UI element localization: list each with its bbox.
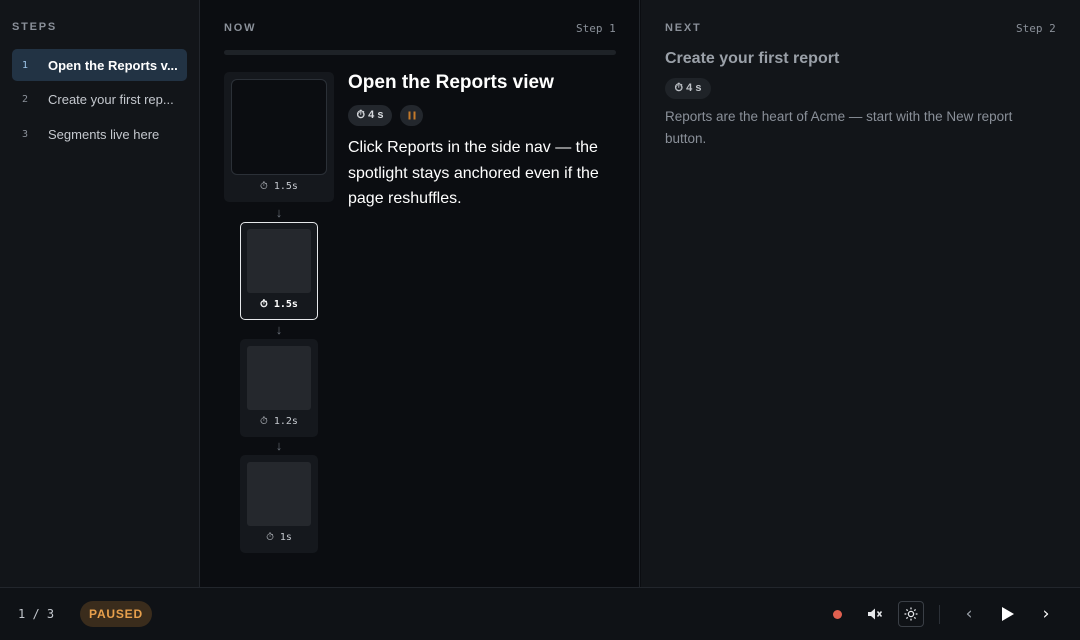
frame-thumbnail <box>247 229 311 293</box>
duration-badge: ⏱ 4 s <box>348 105 392 126</box>
frame-card[interactable]: ⏱ 1s <box>240 455 318 553</box>
prev-button[interactable]: ‹ <box>956 601 982 627</box>
step-label: Create your first rep... <box>48 92 174 107</box>
frame-card[interactable]: ⏱ 1.5s <box>224 72 334 202</box>
arrow-down-icon: ↓ <box>275 322 283 337</box>
step-description: Click Reports in the side nav — the spot… <box>348 139 599 207</box>
player-controls: 1 / 3 PAUSED ‹ › <box>0 587 1080 640</box>
step-counter: 1 / 3 <box>18 607 55 621</box>
record-icon <box>832 609 842 619</box>
step-label: Open the Reports v... <box>48 57 178 73</box>
arrow-down-icon: ↓ <box>275 438 283 453</box>
frame-duration: ⏱ 1.5s <box>260 299 298 310</box>
frame-duration: ⏱ 1.5s <box>260 181 298 192</box>
pause-button[interactable] <box>400 105 423 126</box>
pause-icon <box>408 111 415 120</box>
steps-sidebar: STEPS 1 Open the Reports v... 2 Create y… <box>0 0 200 587</box>
step-number: 3 <box>22 128 29 140</box>
step-label: Segments live here <box>48 126 160 142</box>
chevron-right-icon: › <box>1042 604 1050 624</box>
duration-badge: ⏱ 4 s <box>665 78 711 99</box>
mute-button[interactable] <box>862 601 888 627</box>
status-badge: PAUSED <box>80 601 152 627</box>
now-heading: NOW <box>224 22 257 34</box>
steps-heading: STEPS <box>12 21 58 33</box>
tour-player: STEPS 1 Open the Reports v... 2 Create y… <box>0 0 1080 587</box>
divider <box>939 605 940 624</box>
frame-duration: ⏱ 1.2s <box>260 416 298 427</box>
step-number: 2 <box>22 94 29 105</box>
step-progress-bar <box>224 50 616 55</box>
record-button[interactable] <box>824 601 850 627</box>
frame-duration: ⏱ 1s <box>266 532 292 543</box>
step-title: Open the Reports view <box>348 72 554 93</box>
frame-card[interactable]: ⏱ 1.2s <box>240 339 318 437</box>
step-item-2[interactable]: 2 Create your first rep... <box>12 84 187 116</box>
arrow-down-icon: ↓ <box>275 205 283 220</box>
next-step-title: Create your first report <box>665 50 840 67</box>
steps-list: 1 Open the Reports v... 2 Create your fi… <box>12 49 187 153</box>
next-step-description: Reports are the heart of Acme — start wi… <box>665 109 1013 146</box>
frame-thumbnail <box>231 79 327 175</box>
frame-thumbnail <box>247 462 311 526</box>
frame-thumbnail <box>247 346 311 410</box>
now-panel: NOW Step 1 ⏱ 1.5s ↓ ⏱ 1.5s ↓ ⏱ 1.2s ↓ ⏱ … <box>200 0 640 587</box>
sun-icon <box>904 607 918 621</box>
chevron-left-icon: ‹ <box>965 604 973 624</box>
next-heading: NEXT <box>665 22 702 34</box>
play-icon <box>1002 607 1014 621</box>
step-number: 1 <box>22 59 29 71</box>
step-item-1[interactable]: 1 Open the Reports v... <box>12 49 187 81</box>
next-button[interactable]: › <box>1033 601 1059 627</box>
now-step-label: Step 1 <box>576 22 616 35</box>
theme-toggle-button[interactable] <box>898 601 924 627</box>
mute-icon <box>868 608 883 620</box>
step-item-3[interactable]: 3 Segments live here <box>12 118 187 150</box>
next-panel: NEXT Step 2 Create your first report ⏱ 4… <box>641 0 1080 587</box>
frame-card-current[interactable]: ⏱ 1.5s <box>240 222 318 320</box>
play-button[interactable] <box>995 601 1021 627</box>
next-step-label: Step 2 <box>1016 22 1056 35</box>
